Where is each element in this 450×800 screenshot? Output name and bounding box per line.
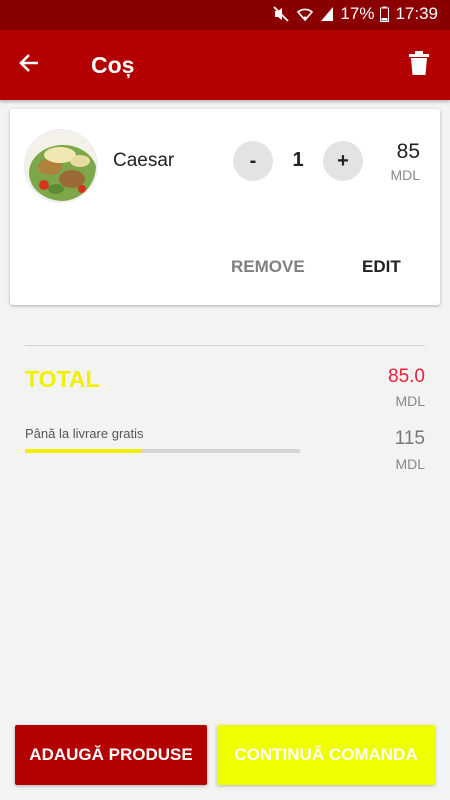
free-delivery-remaining: 115 MDL: [395, 428, 425, 472]
increase-quantity-button[interactable]: +: [323, 141, 363, 181]
status-icons: 17% 17:39: [272, 4, 438, 24]
trash-icon: [409, 50, 429, 80]
total-value: 85.0: [388, 366, 425, 387]
mute-icon: [272, 5, 290, 23]
item-price-value: 85: [396, 140, 420, 163]
clear-cart-button[interactable]: [406, 50, 432, 80]
caesar-salad-image: [24, 129, 98, 203]
continue-order-button[interactable]: CONTINUĂ COMANDA: [217, 725, 435, 785]
status-bar: 17% 17:39: [0, 0, 450, 30]
battery-percent: 17%: [340, 4, 375, 23]
decrease-quantity-button[interactable]: -: [233, 141, 273, 181]
app-bar: Coș: [0, 30, 450, 100]
free-delivery-progress-bar: [25, 449, 300, 453]
total-currency: MDL: [395, 393, 425, 409]
clock: 17:39: [395, 4, 438, 23]
edit-item-button[interactable]: EDIT: [362, 257, 401, 277]
page-title: Coș: [91, 52, 135, 78]
total-amount: 85.0 MDL: [388, 366, 425, 409]
item-price-currency: MDL: [390, 167, 420, 183]
free-delivery-label: Până la livrare gratis: [25, 426, 144, 441]
free-delivery-value: 115: [394, 428, 425, 449]
item-quantity: 1: [292, 149, 304, 171]
back-button[interactable]: [14, 50, 44, 80]
summary-divider: [25, 345, 425, 346]
battery-icon: [380, 6, 390, 22]
arrow-left-icon: [18, 52, 40, 79]
item-name: Caesar: [113, 150, 175, 171]
add-products-button[interactable]: ADAUGĂ PRODUSE: [15, 725, 207, 785]
signal-icon: [320, 6, 334, 22]
item-price: 85 MDL: [390, 140, 420, 183]
free-delivery-currency: MDL: [395, 456, 425, 472]
wifi-icon: [296, 6, 314, 22]
bottom-action-bar: ADAUGĂ PRODUSE CONTINUĂ COMANDA: [0, 710, 450, 800]
remove-item-button[interactable]: REMOVE: [231, 257, 305, 277]
total-label: TOTAL: [25, 366, 100, 392]
free-delivery-progress-fill: [25, 449, 142, 453]
cart-item-card: Caesar - 1 + 85 MDL REMOVE EDIT: [10, 109, 440, 305]
